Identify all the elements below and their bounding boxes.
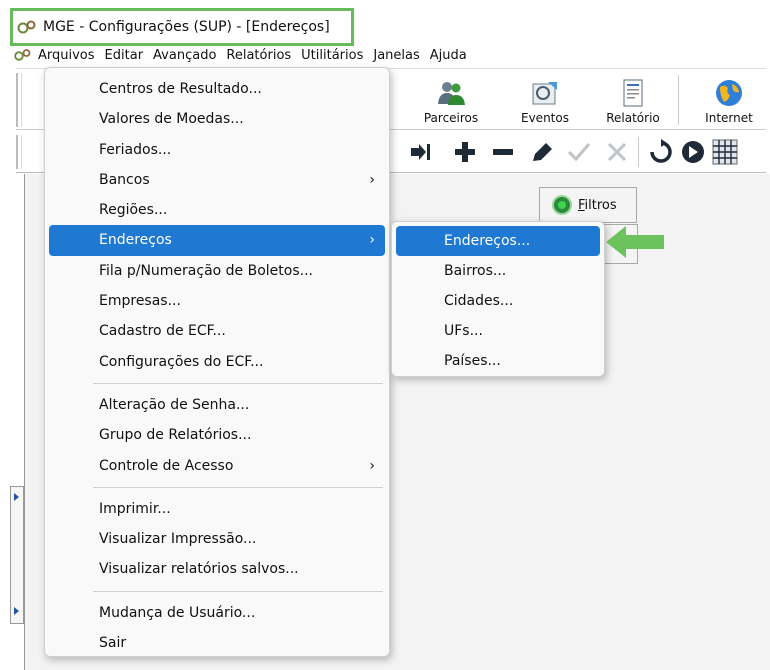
submenu-item-bairros[interactable]: Bairros... <box>396 256 600 286</box>
menu-item-label: Centros de Resultado... <box>99 81 262 97</box>
menu-item-label: Alteração de Senha... <box>99 396 250 413</box>
menu-item-label: Fila p/Numeração de Boletos... <box>99 262 313 279</box>
menu-item-feriados[interactable]: Feriados... <box>49 135 385 165</box>
report-icon <box>623 79 643 107</box>
add-icon[interactable] <box>452 139 478 165</box>
menu-item-fila-boletos[interactable]: Fila p/Numeração de Boletos... <box>49 256 385 286</box>
chevron-right-icon: › <box>369 171 375 188</box>
submenu-item-paises[interactable]: Países... <box>396 346 600 376</box>
toolbar-separator <box>678 75 679 125</box>
menu-item-label: Cadastro de ECF... <box>99 323 226 340</box>
filtros-button[interactable]: Filtros <box>539 187 637 223</box>
menu-item-label: Sair <box>99 635 127 652</box>
refresh-icon[interactable] <box>648 139 674 165</box>
menu-editar[interactable]: Editar <box>103 48 152 63</box>
internet-button[interactable]: Internet <box>692 73 766 129</box>
menu-item-label: Feriados... <box>99 141 172 158</box>
menu-item-label: Visualizar relatórios salvos... <box>99 561 299 578</box>
menu-item-controle-acesso[interactable]: Controle de Acesso › <box>49 451 385 481</box>
submenu-item-ufs[interactable]: UFs... <box>396 316 600 346</box>
menu-item-regioes[interactable]: Regiões... <box>49 195 385 225</box>
menu-item-label: Regiões... <box>99 202 168 219</box>
menu-item-label: Controle de Acesso <box>99 457 234 474</box>
menu-item-empresas[interactable]: Empresas... <box>49 286 385 316</box>
cancel-icon <box>607 142 627 162</box>
app-gears-icon <box>17 20 36 34</box>
people-icon <box>438 82 465 105</box>
filtros-label: Filtros <box>578 197 617 213</box>
eventos-label: Eventos <box>521 111 569 125</box>
submenu-item-label: Bairros... <box>444 263 507 279</box>
menu-item-label: Empresas... <box>99 293 181 310</box>
menu-janelas[interactable]: Janelas <box>371 48 427 63</box>
events-icon <box>532 82 557 105</box>
menu-item-grupo-relatorios[interactable]: Grupo de Relatórios... <box>49 420 385 450</box>
menu-item-centros-de-resultado[interactable]: Centros de Resultado... <box>49 74 385 104</box>
menu-arquivos[interactable]: Arquivos <box>36 48 103 63</box>
parceiros-button[interactable]: Parceiros <box>414 73 488 129</box>
navigate-icon[interactable] <box>680 139 706 165</box>
submenu-item-label: Endereços... <box>444 233 531 249</box>
chevron-right-icon: › <box>369 232 375 249</box>
menu-item-cadastro-ecf[interactable]: Cadastro de ECF... <box>49 316 385 346</box>
menu-item-imprimir[interactable]: Imprimir... <box>49 494 385 524</box>
menu-bar: Arquivos Editar Avançado Relatórios Util… <box>14 44 754 66</box>
submenu-item-label: Cidades... <box>444 293 514 309</box>
menu-separator <box>93 486 383 488</box>
remove-icon[interactable] <box>490 139 516 165</box>
submenu-item-enderecos[interactable]: Endereços... <box>396 226 600 256</box>
menu-item-configuracoes-ecf[interactable]: Configurações do ECF... <box>49 347 385 377</box>
menu-item-label: Visualizar Impressão... <box>99 531 257 548</box>
app-gears-icon <box>14 49 31 61</box>
expand-arrow-icon[interactable] <box>14 493 19 501</box>
filter-status-icon <box>552 195 572 215</box>
menu-item-alteracao-senha[interactable]: Alteração de Senha... <box>49 390 385 420</box>
menu-relatorios[interactable]: Relatórios <box>224 48 299 63</box>
enderecos-submenu: Endereços... Bairros... Cidades... UFs..… <box>391 221 605 377</box>
dropdown-menu: Centros de Resultado... Valores de Moeda… <box>44 67 390 657</box>
menu-item-relatorios-salvos[interactable]: Visualizar relatórios salvos... <box>49 554 385 584</box>
go-last-icon[interactable] <box>408 139 434 165</box>
menu-separator <box>93 590 383 592</box>
grid-view-icon[interactable] <box>712 139 738 165</box>
menu-item-label: Endereços <box>99 232 172 249</box>
toolbar-grip[interactable] <box>16 135 22 169</box>
menu-item-visualizar-impressao[interactable]: Visualizar Impressão... <box>49 524 385 554</box>
menu-item-enderecos[interactable]: Endereços › <box>49 225 385 256</box>
relatorio-label: Relatório <box>606 111 660 125</box>
annotation-arrow-icon <box>606 226 664 258</box>
parceiros-label: Parceiros <box>423 111 479 125</box>
menu-ajuda[interactable]: Ajuda <box>428 48 475 63</box>
relatorio-button[interactable]: Relatório <box>596 73 670 129</box>
eventos-button[interactable]: Eventos <box>508 73 582 129</box>
expand-arrow-icon[interactable] <box>14 607 19 615</box>
menu-utilitarios[interactable]: Utilitários <box>299 48 371 63</box>
window-title: MGE - Configurações (SUP) - [Endereços] <box>43 19 330 35</box>
submenu-item-label: Países... <box>444 353 501 369</box>
menu-item-label: Valores de Moedas... <box>99 111 244 128</box>
toolbar-grip[interactable] <box>16 73 22 127</box>
window-titlebar: MGE - Configurações (SUP) - [Endereços] <box>10 8 354 46</box>
collapsed-panel[interactable] <box>10 486 24 624</box>
menu-item-label: Imprimir... <box>99 500 171 517</box>
menu-avancado[interactable]: Avançado <box>151 48 224 63</box>
menu-separator <box>93 382 383 384</box>
menu-item-sair[interactable]: Sair <box>49 628 385 658</box>
menu-item-valores-de-moedas[interactable]: Valores de Moedas... <box>49 104 385 134</box>
menu-item-label: Grupo de Relatórios... <box>99 427 252 444</box>
edit-icon[interactable] <box>530 139 556 165</box>
submenu-item-cidades[interactable]: Cidades... <box>396 286 600 316</box>
confirm-icon <box>567 143 591 162</box>
menu-item-mudanca-usuario[interactable]: Mudança de Usuário... <box>49 598 385 628</box>
menu-item-label: Configurações do ECF... <box>99 353 264 370</box>
menu-item-label: Bancos <box>99 171 150 188</box>
toolbar-separator <box>638 137 639 167</box>
menu-item-label: Mudança de Usuário... <box>99 604 256 621</box>
internet-label: Internet <box>705 111 753 125</box>
submenu-item-label: UFs... <box>444 323 483 339</box>
menu-item-bancos[interactable]: Bancos › <box>49 165 385 195</box>
chevron-right-icon: › <box>369 457 375 474</box>
globe-icon <box>716 80 742 106</box>
